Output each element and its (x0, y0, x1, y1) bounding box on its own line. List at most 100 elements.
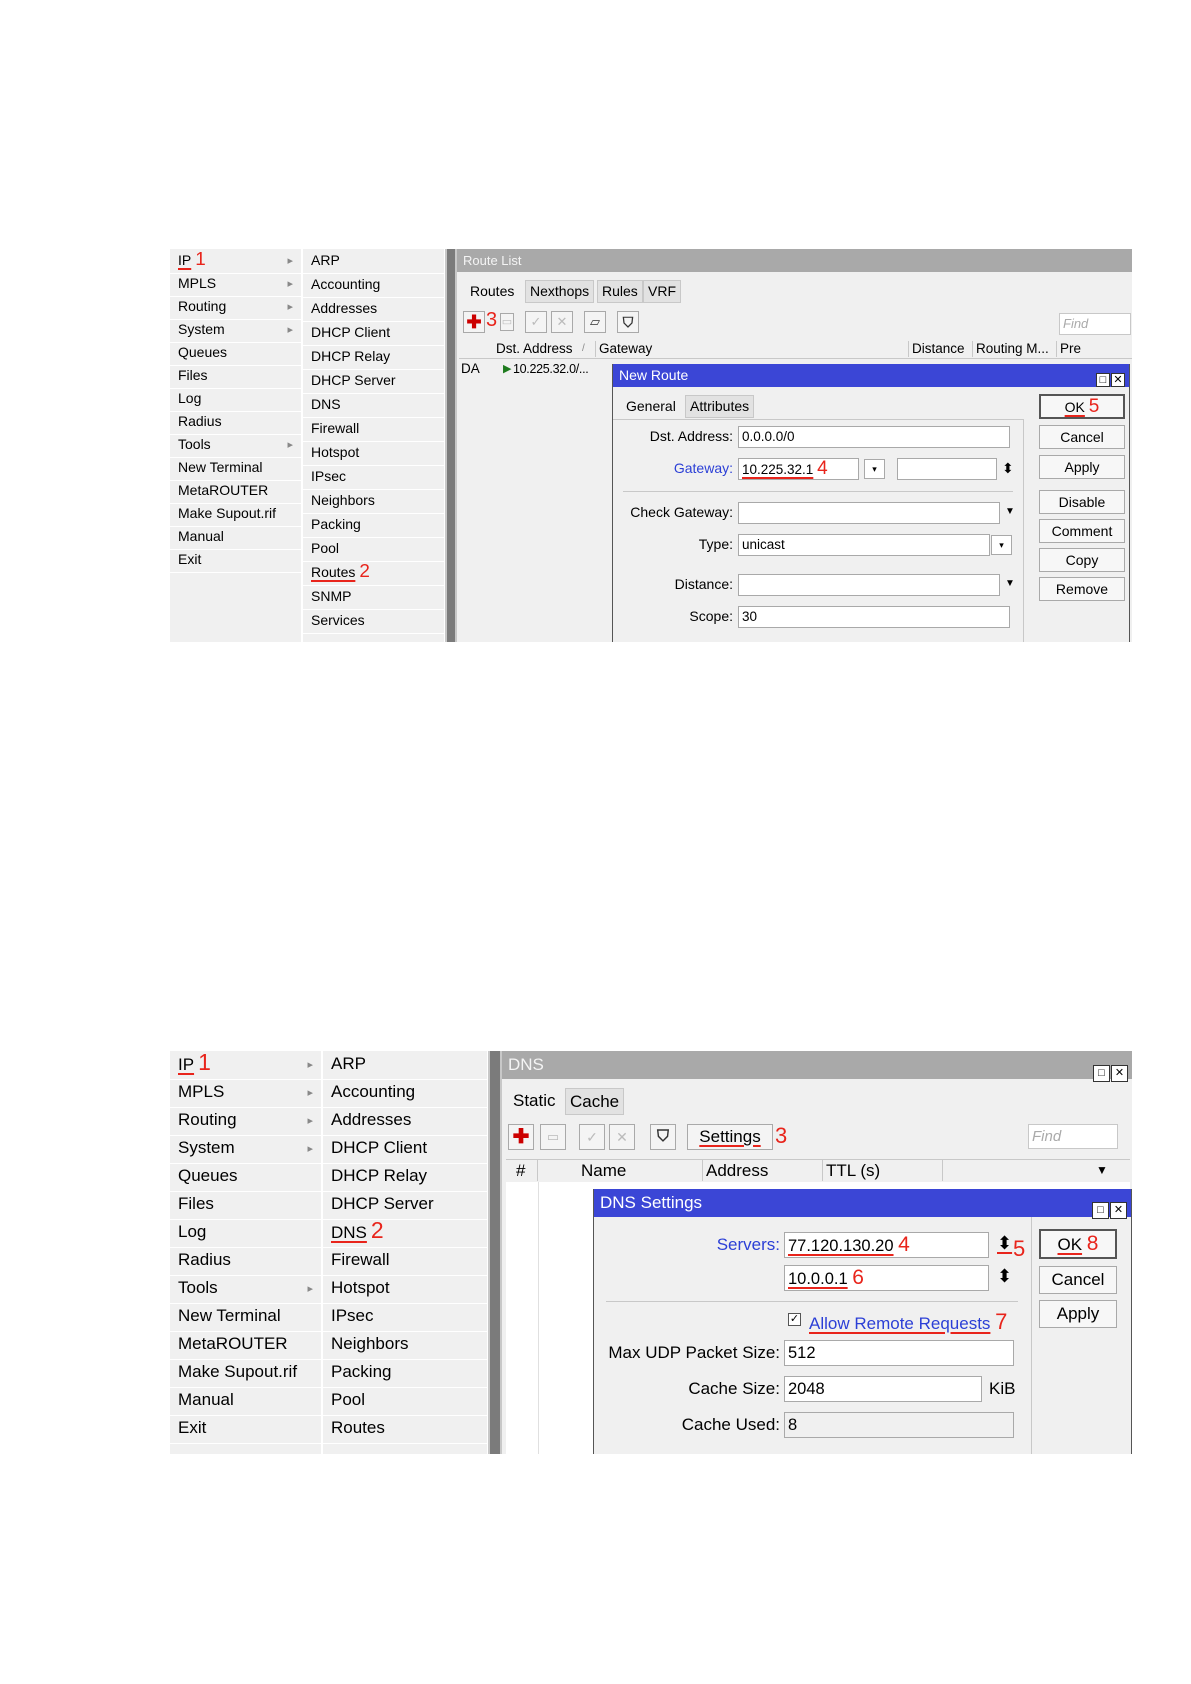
gateway-interface-field[interactable] (897, 458, 997, 480)
col-ttl[interactable]: TTL (s) (823, 1160, 943, 1181)
menu-item-radius[interactable]: Radius (170, 410, 301, 435)
check-gateway-field[interactable] (738, 502, 1000, 524)
menu-item-dhcp-server[interactable]: DHCP Server (303, 369, 444, 394)
add-remove-server-icon[interactable]: ⬍ (997, 1266, 1012, 1287)
remove-button[interactable]: ▭ (500, 313, 514, 331)
menu-item-pool[interactable]: Pool (303, 537, 444, 562)
menu-item-exit[interactable]: Exit (170, 548, 301, 573)
menu-item-neighbors[interactable]: Neighbors (323, 1331, 487, 1360)
comment-button[interactable]: ▱ (584, 311, 606, 333)
max-udp-field[interactable]: 512 (784, 1340, 1014, 1366)
menu-item-dns[interactable]: DNS (303, 393, 444, 418)
menu-item-files[interactable]: Files (170, 1191, 321, 1220)
menu-item-metarouter[interactable]: MetaROUTER (170, 479, 301, 504)
menu-item-queues[interactable]: Queues (170, 341, 301, 366)
remove-button[interactable]: Remove (1039, 577, 1125, 601)
tab-routes[interactable]: Routes (465, 279, 520, 303)
maximize-icon[interactable]: □ (1093, 1065, 1110, 1082)
menu-item-dhcp-relay[interactable]: DHCP Relay (303, 345, 444, 370)
type-field[interactable]: unicast (738, 534, 990, 556)
col-index[interactable]: # (506, 1160, 538, 1181)
menu-item-system[interactable]: System ▸ (170, 318, 301, 343)
col-distance[interactable]: Distance (909, 341, 973, 357)
menu-item-routing[interactable]: Routing ▸ (170, 295, 301, 320)
updown-icon[interactable]: ⬍ (1002, 460, 1014, 477)
menu-item-queues[interactable]: Queues (170, 1163, 321, 1192)
settings-button[interactable]: Settings (687, 1124, 773, 1150)
menu-item-arp[interactable]: ARP (323, 1051, 487, 1080)
menu-item-ipsec[interactable]: IPsec (303, 465, 444, 490)
col-routing-mark[interactable]: Routing M... (973, 341, 1057, 357)
col-address[interactable]: Address (703, 1160, 823, 1181)
tab-general[interactable]: General (621, 394, 681, 418)
menu-item-metarouter[interactable]: MetaROUTER (170, 1331, 321, 1360)
enable-button[interactable]: ✓ (525, 311, 547, 333)
menu-item-dhcp-client[interactable]: DHCP Client (303, 321, 444, 346)
filter-button[interactable]: ⛉ (617, 311, 639, 333)
menu-item-routes[interactable]: Routes 2 (303, 561, 444, 586)
menu-item-tools[interactable]: Tools ▸ (170, 1275, 321, 1304)
dns-titlebar[interactable]: DNS □ ✕ (502, 1051, 1132, 1082)
tab-cache[interactable]: Cache (565, 1088, 625, 1115)
menu-item-manual[interactable]: Manual (170, 525, 301, 550)
dropdown-arrow-icon[interactable]: ▼ (1005, 506, 1015, 517)
type-dropdown-icon[interactable]: ▾ (991, 535, 1012, 555)
menu-item-packing[interactable]: Packing (323, 1359, 487, 1388)
disable-button[interactable]: ✕ (551, 311, 573, 333)
close-icon[interactable]: ✕ (1111, 373, 1125, 387)
apply-button[interactable]: Apply (1039, 455, 1125, 479)
menu-item-new-terminal[interactable]: New Terminal (170, 1303, 321, 1332)
tab-rules[interactable]: Rules (597, 280, 643, 303)
scope-field[interactable]: 30 (738, 606, 1010, 628)
tab-attributes[interactable]: Attributes (685, 395, 755, 418)
menu-item-exit[interactable]: Exit (170, 1415, 321, 1444)
server-field-2[interactable]: 10.0.0.1 6 (784, 1265, 989, 1291)
allow-remote-label[interactable]: Allow Remote Requests 7 (809, 1309, 1007, 1335)
menu-item-dhcp-relay[interactable]: DHCP Relay (323, 1163, 487, 1192)
close-icon[interactable]: ✕ (1111, 1065, 1128, 1082)
menu-item-files[interactable]: Files (170, 364, 301, 389)
copy-button[interactable]: Copy (1039, 548, 1125, 572)
disable-button[interactable]: Disable (1039, 490, 1125, 514)
menu-item-firewall[interactable]: Firewall (323, 1247, 487, 1276)
menu-item-manual[interactable]: Manual (170, 1387, 321, 1416)
menu-item-neighbors[interactable]: Neighbors (303, 489, 444, 514)
menu-item-dhcp-client[interactable]: DHCP Client (323, 1135, 487, 1164)
find-input[interactable]: Find (1059, 313, 1131, 335)
menu-item-accounting[interactable]: Accounting (323, 1079, 487, 1108)
tab-vrf[interactable]: VRF (643, 280, 681, 303)
menu-item-system[interactable]: System ▸ (170, 1135, 321, 1164)
tab-nexthops[interactable]: Nexthops (525, 280, 595, 303)
remove-button[interactable]: ▭ (540, 1124, 566, 1150)
menu-item-services[interactable]: Services (303, 609, 444, 634)
menu-item-packing[interactable]: Packing (303, 513, 444, 538)
menu-item-mpls[interactable]: MPLS ▸ (170, 1079, 321, 1108)
gateway-field[interactable]: 10.225.32.1 4 (738, 458, 859, 480)
new-route-titlebar[interactable]: New Route □ ✕ (613, 364, 1129, 387)
menu-item-ip[interactable]: IP 1 ▸ (170, 1051, 321, 1080)
apply-button[interactable]: Apply (1039, 1300, 1117, 1328)
menu-item-firewall[interactable]: Firewall (303, 417, 444, 442)
menu-item-snmp[interactable]: SNMP (303, 585, 444, 610)
col-name[interactable]: Name (578, 1160, 703, 1181)
comment-button[interactable]: Comment (1039, 519, 1125, 543)
menu-item-log[interactable]: Log (170, 1219, 321, 1248)
dst-address-field[interactable]: 0.0.0.0/0 (738, 426, 1010, 448)
menu-item-ipsec[interactable]: IPsec (323, 1303, 487, 1332)
menu-item-dhcp-server[interactable]: DHCP Server (323, 1191, 487, 1220)
columns-dropdown-icon[interactable]: ▼ (1096, 1160, 1108, 1181)
ok-button[interactable]: OK 5 (1039, 394, 1125, 419)
add-remove-server-icon[interactable]: ⬍ (997, 1233, 1012, 1254)
menu-item-make-supout-rif[interactable]: Make Supout.rif (170, 1359, 321, 1388)
menu-item-ip[interactable]: IP 1 ▸ (170, 249, 301, 274)
ok-button[interactable]: OK 8 (1039, 1229, 1117, 1259)
enable-button[interactable]: ✓ (579, 1124, 605, 1150)
allow-remote-checkbox[interactable]: ✓ (788, 1313, 801, 1326)
add-button[interactable]: ✚ (508, 1124, 534, 1150)
menu-item-new-terminal[interactable]: New Terminal (170, 456, 301, 481)
cancel-button[interactable]: Cancel (1039, 1266, 1117, 1294)
route-list-titlebar[interactable]: Route List (457, 249, 1132, 272)
col-dst-address[interactable]: Dst. Address (493, 341, 596, 357)
cancel-button[interactable]: Cancel (1039, 425, 1125, 449)
dropdown-arrow-icon[interactable]: ▼ (1005, 578, 1015, 589)
